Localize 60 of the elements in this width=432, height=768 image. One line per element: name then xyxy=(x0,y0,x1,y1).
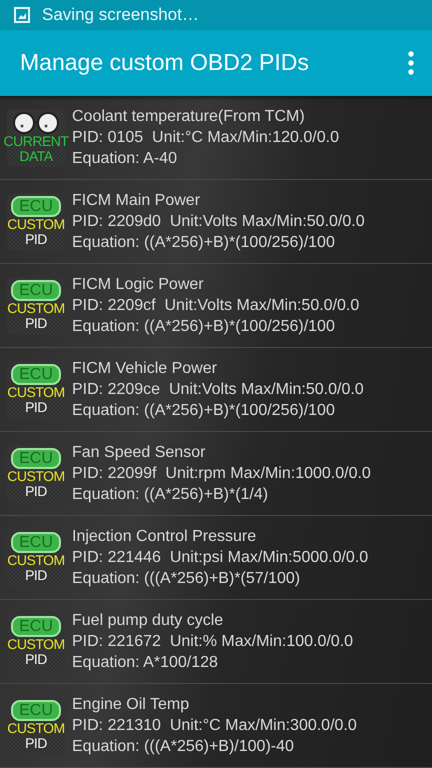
pid-row[interactable]: ECU CUSTOM PID Fuel pump duty cycle PID: 221672 Unit:% Max/Min:100.0/0.0 Equation: A*100/128 xyxy=(0,600,432,684)
pid-details: PID: 0105 Unit:°C Max/Min:120.0/0.0 xyxy=(72,128,339,147)
ecu-label: ECU xyxy=(11,616,61,637)
pid-details: PID: 22099f Unit:rpm Max/Min:1000.0/0.0 xyxy=(72,464,371,483)
badge-label: CUSTOM xyxy=(7,217,65,232)
pid-row[interactable]: ECU CUSTOM PID Injection Control Pressure PID: 221446 Unit:psi Max/Min:5000.0/0.0 Equation: (((A*256)+B)*(57/100) xyxy=(0,516,432,600)
pid-details: PID: 221310 Unit:°C Max/Min:300.0/0.0 xyxy=(72,716,357,735)
badge-label: CUSTOM xyxy=(7,721,65,736)
pid-equation: Equation: ((A*256)+B)*(100/256)/100 xyxy=(72,401,336,420)
badge-label: PID xyxy=(25,316,47,331)
pid-details: PID: 221446 Unit:psi Max/Min:5000.0/0.0 xyxy=(72,548,368,567)
pid-row[interactable]: ECU CUSTOM PID Fan Speed Sensor PID: 22099f Unit:rpm Max/Min:1000.0/0.0 Equation: ((A*256)+B)*(1/4) xyxy=(0,432,432,516)
pid-name: Injection Control Pressure xyxy=(72,527,258,546)
pid-equation: Equation: A-40 xyxy=(72,149,178,168)
badge-label: PID xyxy=(25,400,47,415)
ecu-label: ECU xyxy=(11,196,61,217)
pid-details: PID: 221672 Unit:% Max/Min:100.0/0.0 xyxy=(72,632,354,651)
badge-label: PID xyxy=(25,568,47,583)
ecu-label: ECU xyxy=(11,448,61,469)
image-icon xyxy=(14,6,30,23)
pid-row[interactable]: ECU CUSTOM PID FICM Logic Power PID: 2209cf Unit:Volts Max/Min:50.0/0.0 Equation: ((A*256)+B)*(100/256)/100 xyxy=(0,264,432,348)
ecu-label: ECU xyxy=(11,532,61,553)
pid-name: Fuel pump duty cycle xyxy=(72,611,224,630)
badge-label: CUSTOM xyxy=(7,301,65,316)
pid-name: Coolant temperature(From TCM) xyxy=(72,107,306,126)
pid-name: Fan Speed Sensor xyxy=(72,443,206,462)
badge-label: CUSTOM xyxy=(7,469,65,484)
badge-label: PID xyxy=(25,652,47,667)
pid-details: PID: 2209d0 Unit:Volts Max/Min:50.0/0.0 xyxy=(72,212,365,231)
pid-equation: Equation: A*100/128 xyxy=(72,653,219,672)
badge-label: CUSTOM xyxy=(7,553,65,568)
more-icon xyxy=(408,50,414,75)
pid-details: PID: 2209ce Unit:Volts Max/Min:50.0/0.0 xyxy=(72,380,364,399)
pid-equation: Equation: ((A*256)+B)*(100/256)/100 xyxy=(72,317,336,336)
screen-title: Manage custom OBD2 PIDs xyxy=(20,49,309,76)
pid-details: PID: 2209cf Unit:Volts Max/Min:50.0/0.0 xyxy=(72,296,360,315)
notification-text: Saving screenshot… xyxy=(42,4,199,25)
badge-label: DATA xyxy=(19,148,53,164)
pid-equation: Equation: (((A*256)+B)*(57/100) xyxy=(72,569,302,588)
badge-label: PID xyxy=(25,484,47,499)
ecu-label: ECU xyxy=(11,280,61,301)
badge-label: PID xyxy=(25,232,47,247)
pid-name: FICM Logic Power xyxy=(72,275,205,294)
ecu-label: ECU xyxy=(11,364,61,385)
ecu-label: ECU xyxy=(11,700,61,721)
pid-row[interactable]: ECU CUSTOM PID FICM Main Power PID: 2209d0 Unit:Volts Max/Min:50.0/0.0 Equation: ((A*256)+B)*(100/256)/100 xyxy=(0,180,432,264)
pid-equation: Equation: (((A*256)+B)/100)-40 xyxy=(72,737,295,756)
pid-equation: Equation: ((A*256)+B)*(1/4) xyxy=(72,485,270,504)
pid-row[interactable]: ECU CUSTOM PID FICM Vehicle Power PID: 2209ce Unit:Volts Max/Min:50.0/0.0 Equation: ((A*256)+B)*(100/256)/100 xyxy=(0,348,432,432)
pid-name: FICM Vehicle Power xyxy=(72,359,218,378)
badge-label: CUSTOM xyxy=(7,637,65,652)
pid-equation: Equation: ((A*256)+B)*(100/256)/100 xyxy=(72,233,336,252)
glasses-icon xyxy=(11,112,61,134)
badge-label: CUSTOM xyxy=(7,385,65,400)
badge-label: PID xyxy=(25,736,47,751)
pid-name: Engine Oil Temp xyxy=(72,695,190,714)
pid-row[interactable]: CURRENT DATA Coolant temperature(From TCM) PID: 0105 Unit:°C Max/Min:120.0/0.0 Equation: A-40 xyxy=(0,96,432,180)
badge-label: CURRENT xyxy=(4,134,68,148)
pid-row[interactable]: ECU CUSTOM PID Engine Oil Temp PID: 221310 Unit:°C Max/Min:300.0/0.0 Equation: (((A*256)+B)/100)-40 xyxy=(0,684,432,768)
pid-name: FICM Main Power xyxy=(72,191,202,210)
